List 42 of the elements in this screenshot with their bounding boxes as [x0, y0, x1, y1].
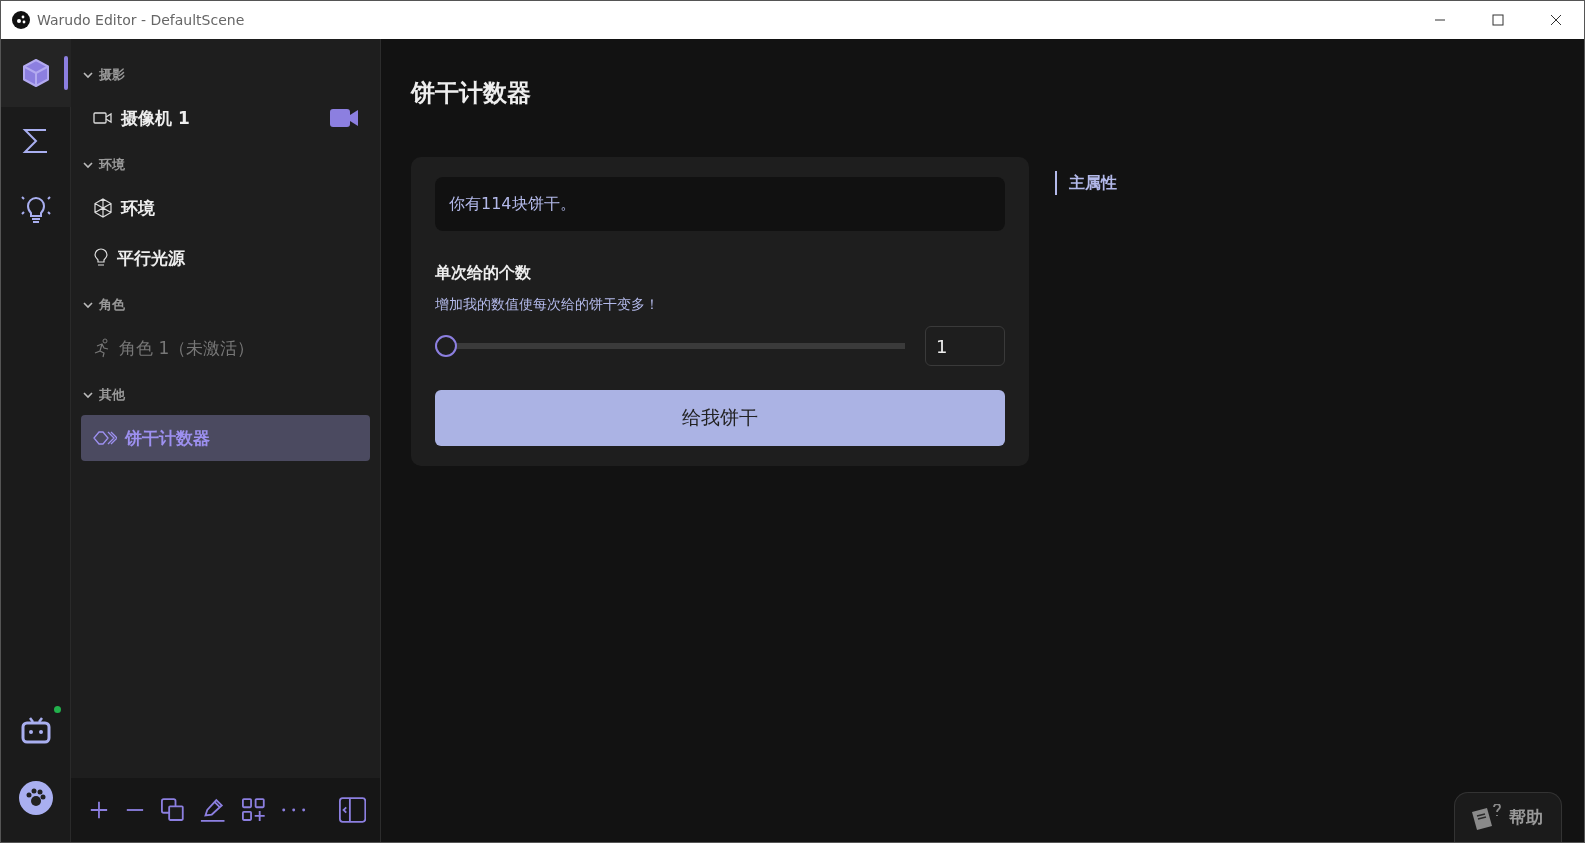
- copy-icon[interactable]: [160, 797, 185, 823]
- pencil-icon[interactable]: [200, 796, 226, 824]
- chevron-icon: [83, 160, 93, 170]
- camera-icon: [93, 111, 113, 125]
- tree-item[interactable]: 平行光源: [81, 235, 370, 281]
- group-header[interactable]: 其他: [81, 375, 370, 415]
- maximize-icon[interactable]: [1492, 14, 1504, 26]
- add-grid-icon[interactable]: [241, 797, 266, 823]
- more-icon[interactable]: [281, 807, 307, 813]
- help-book-icon: [1469, 803, 1503, 832]
- page-title: 饼干计数器: [411, 78, 532, 109]
- lightbulb-icon: [93, 248, 109, 268]
- chevron-icon: [83, 70, 93, 80]
- chevron-icon: [83, 390, 93, 400]
- give-cookie-button[interactable]: 给我饼干: [435, 390, 1005, 446]
- app-logo-icon: [11, 10, 31, 30]
- slider-thumb[interactable]: [435, 335, 457, 357]
- lightbulb-icon: [19, 193, 52, 225]
- tv-robot-icon: [19, 715, 52, 745]
- group-header[interactable]: 角色: [81, 285, 370, 325]
- message-box: 你有114块饼干。: [435, 177, 1005, 231]
- group-header[interactable]: 环境: [81, 145, 370, 185]
- tree-item[interactable]: 饼干计数器: [81, 415, 370, 461]
- chevron-icon: [83, 300, 93, 310]
- sigma-icon: [21, 127, 50, 155]
- close-icon[interactable]: [1550, 14, 1562, 26]
- collapse-panel-icon[interactable]: [338, 796, 366, 824]
- chevrons-icon: [93, 430, 117, 446]
- field-description: 增加我的数值使每次给的饼干变多！: [435, 296, 660, 314]
- tree-item[interactable]: 环境: [81, 185, 370, 231]
- polyhedron-icon: [93, 198, 113, 218]
- group-header[interactable]: 摄影: [81, 55, 370, 95]
- window-title: Warudo Editor - DefaultScene: [37, 12, 245, 28]
- help-button[interactable]: 帮助: [1454, 792, 1562, 842]
- field-label: 单次给的个数: [435, 263, 532, 284]
- number-input[interactable]: 1: [925, 326, 1005, 366]
- tree-item[interactable]: 摄像机 1: [81, 95, 370, 141]
- add-icon[interactable]: [89, 799, 109, 821]
- running-figure-icon: [93, 338, 111, 358]
- paw-avatar-icon[interactable]: [17, 780, 54, 816]
- rail-tab[interactable]: [0, 39, 71, 107]
- section-link[interactable]: 主属性: [1055, 171, 1117, 195]
